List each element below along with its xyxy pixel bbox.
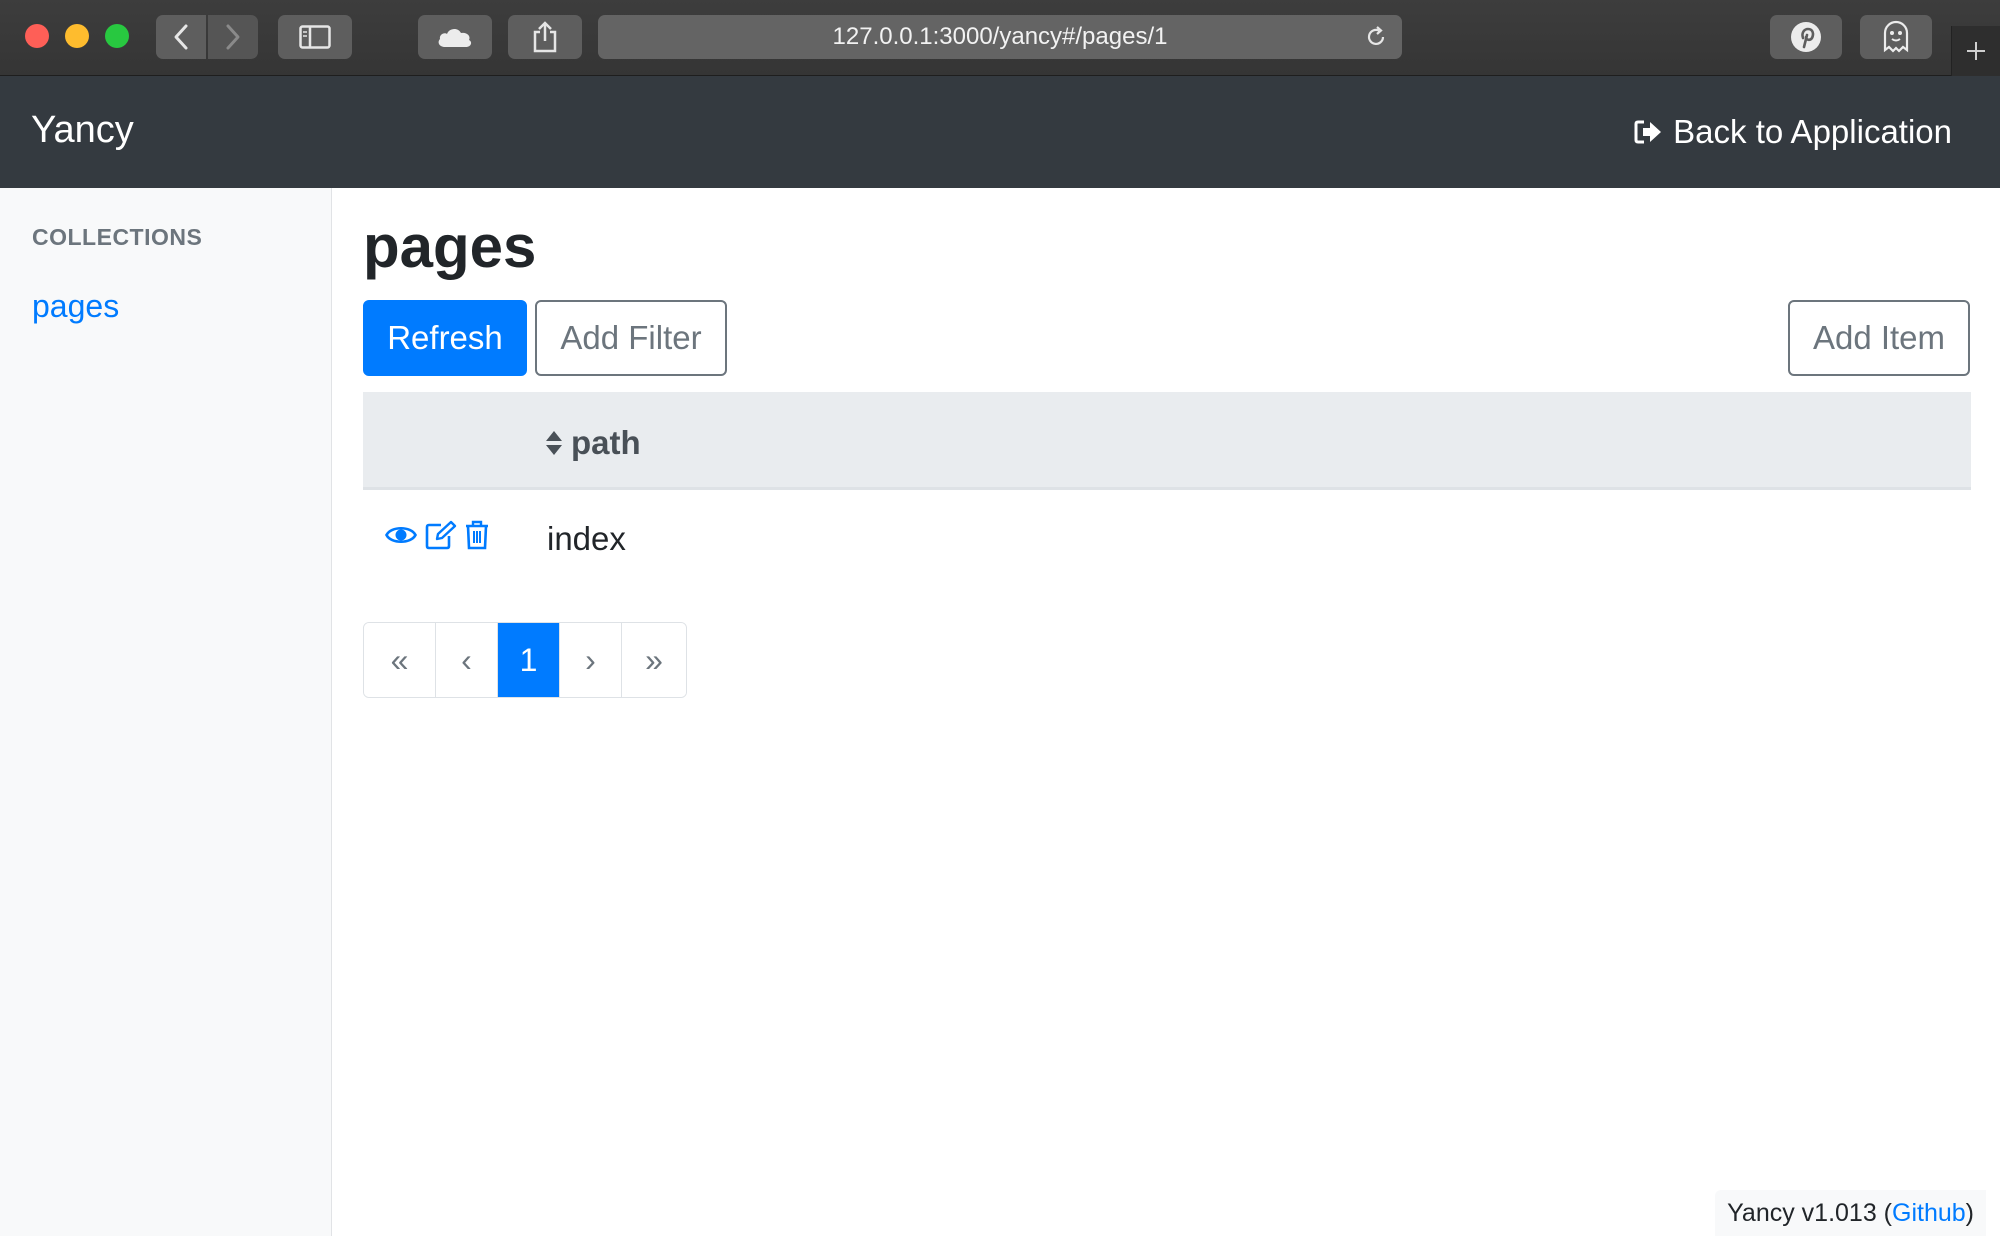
refresh-button[interactable]: Refresh: [363, 300, 527, 376]
page-title: pages: [363, 213, 537, 280]
forward-button[interactable]: [208, 15, 258, 59]
sidebar-item-pages[interactable]: pages: [32, 288, 119, 325]
reload-icon: [1367, 26, 1385, 46]
url-text: 127.0.0.1:3000/yancy#/pages/1: [832, 23, 1168, 50]
back-button[interactable]: [156, 15, 206, 59]
cloud-icon: [438, 28, 472, 47]
edit-item-button[interactable]: [425, 520, 457, 550]
ghost-icon: [1883, 20, 1909, 53]
pinterest-icon: [1791, 22, 1821, 52]
icloud-tabs-button[interactable]: [418, 15, 492, 59]
share-icon: [533, 21, 557, 53]
app-navbar: Yancy Back to Application: [0, 76, 2000, 188]
brand-link[interactable]: Yancy: [31, 109, 134, 152]
chevron-left-icon: [174, 24, 188, 50]
sidebar-heading: COLLECTIONS: [32, 224, 203, 250]
trash-icon: [466, 520, 488, 550]
new-tab-button[interactable]: [1951, 26, 2000, 76]
chevron-right-icon: [226, 24, 240, 50]
add-filter-button[interactable]: Add Filter: [535, 300, 727, 376]
sidebar-icon: [299, 25, 331, 49]
page-1-button[interactable]: 1: [498, 623, 560, 697]
minimize-window-button[interactable]: [65, 24, 89, 48]
eye-icon: [385, 526, 417, 544]
page-last-button[interactable]: »: [622, 623, 686, 697]
table-header: path: [363, 392, 1971, 490]
address-bar[interactable]: 127.0.0.1:3000/yancy#/pages/1: [598, 15, 1402, 59]
sort-icon: [546, 431, 562, 455]
column-header-path[interactable]: path: [545, 424, 641, 462]
column-header-path-label: path: [571, 424, 641, 461]
back-to-application-label: Back to Application: [1673, 113, 1952, 150]
close-window-button[interactable]: [25, 24, 49, 48]
edit-icon: [425, 520, 457, 550]
maximize-window-button[interactable]: [105, 24, 129, 48]
github-link[interactable]: Github: [1892, 1199, 1966, 1228]
pinterest-extension-button[interactable]: [1770, 15, 1842, 59]
plus-icon: [1967, 42, 1985, 60]
view-item-button[interactable]: [385, 522, 417, 548]
cell-path[interactable]: index: [547, 520, 626, 558]
sidebar: COLLECTIONS pages: [0, 188, 332, 1236]
add-item-button[interactable]: Add Item: [1788, 300, 1970, 376]
version-close-paren: ): [1965, 1198, 1974, 1227]
version-text: Yancy v1.013 (: [1727, 1198, 1892, 1227]
ghostery-extension-button[interactable]: [1860, 15, 1932, 59]
row-actions: [385, 520, 489, 550]
delete-item-button[interactable]: [465, 520, 489, 550]
sign-out-icon: [1634, 120, 1662, 144]
history-navigation: [156, 15, 258, 59]
reload-button[interactable]: [1364, 25, 1388, 56]
page-next-button[interactable]: ›: [560, 623, 622, 697]
share-button[interactable]: [508, 15, 582, 59]
sidebar-toggle-button[interactable]: [278, 15, 352, 59]
main-content: pages Refresh Add Filter Add Item path i…: [332, 188, 2000, 1236]
pagination: « ‹ 1 › »: [363, 622, 687, 698]
version-footer: Yancy v1.013 (Github): [1715, 1190, 1986, 1236]
page-first-button[interactable]: «: [364, 623, 436, 697]
items-table: path index: [363, 392, 1971, 590]
back-to-application-link[interactable]: Back to Application: [1633, 113, 1952, 151]
page-prev-button[interactable]: ‹: [436, 623, 498, 697]
browser-toolbar: 127.0.0.1:3000/yancy#/pages/1: [0, 0, 2000, 76]
table-row: index: [363, 490, 1971, 590]
